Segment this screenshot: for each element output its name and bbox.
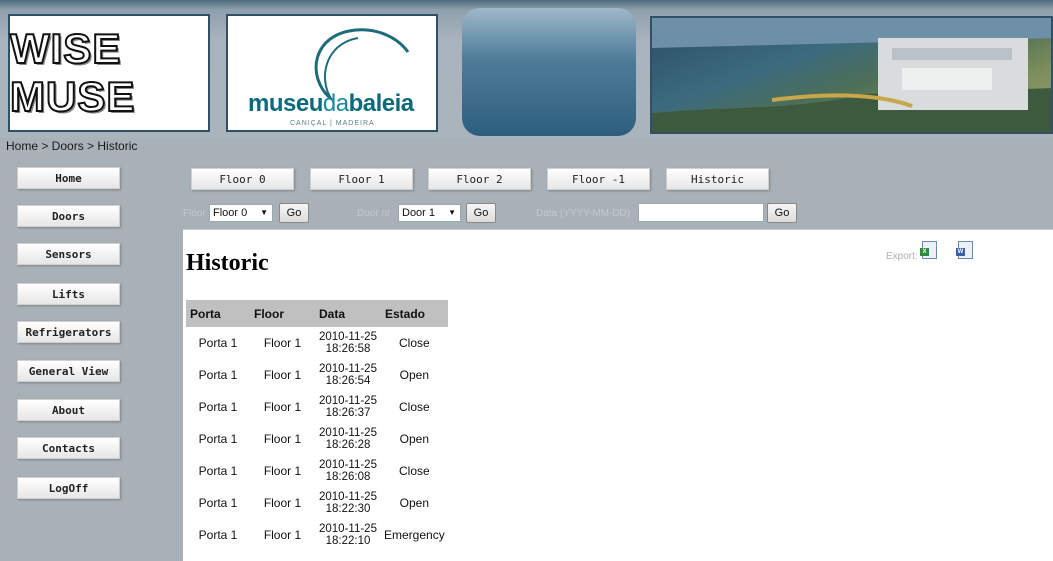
sidebar-item-lifts[interactable]: Lifts (17, 283, 120, 305)
door-filter-label: Door nr (357, 208, 391, 219)
porta-cell: Porta 1 (198, 496, 238, 510)
date-go-button[interactable]: Go (767, 203, 797, 223)
chevron-down-icon: ▼ (260, 208, 268, 217)
museu-da-baleia-logo: museudabaleia CANIÇAL | MADEIRA (226, 14, 438, 132)
floor-go-button[interactable]: Go (279, 203, 309, 223)
wise-muse-logo-text: WISE MUSE (9, 24, 136, 121)
word-tag: W (956, 248, 965, 256)
table-header-row: Porta Floor Data Estado (186, 300, 448, 327)
chevron-down-icon: ▼ (448, 208, 456, 217)
floor-cell: Floor 1 (263, 336, 302, 350)
tab-floor-0[interactable]: Floor 0 (191, 168, 294, 190)
floor-cell: Floor 1 (263, 528, 302, 542)
door-select[interactable]: Door 1 ▼ (398, 204, 461, 222)
date-value: 2010-11-25 (319, 395, 377, 407)
time-value: 18:26:37 (325, 407, 371, 419)
coastline-photo-icon (652, 18, 1051, 132)
date-cell: 2010-11-25 18:26:08 (315, 455, 381, 487)
date-cell: 2010-11-25 18:26:28 (315, 423, 381, 455)
time-value: 18:22:10 (325, 535, 371, 547)
excel-tag: X (920, 248, 929, 256)
museu-wordmark: museudabaleia (248, 90, 414, 117)
estado-cell: Close (399, 464, 430, 478)
table-row: Porta 1 Floor 1 2010-11-25 18:26:28 Open (186, 423, 448, 455)
porta-cell: Porta 1 (198, 368, 238, 382)
date-cell: 2010-11-25 18:22:30 (315, 487, 381, 519)
column-header-estado: Estado (381, 300, 448, 327)
column-header-floor: Floor (250, 300, 315, 327)
sidebar-item-contacts[interactable]: Contacts (17, 437, 120, 459)
header-blue-panel (462, 8, 636, 136)
date-cell: 2010-11-25 18:26:54 (315, 359, 381, 391)
page-title: Historic (186, 250, 269, 276)
column-header-data: Data (315, 300, 381, 327)
tab-floor-1[interactable]: Floor 1 (310, 168, 413, 190)
date-value: 2010-11-25 (319, 331, 377, 343)
museu-subtitle: CANIÇAL | MADEIRA (290, 120, 375, 127)
date-input[interactable] (638, 203, 764, 222)
date-value: 2010-11-25 (319, 363, 377, 375)
table-row: Porta 1 Floor 1 2010-11-25 18:22:10 Emergenc… (186, 519, 448, 551)
header-banner: WISE MUSE museudabaleia CANIÇAL | MADEIR… (0, 0, 1053, 138)
estado-cell: Open (399, 496, 430, 510)
table-body: Porta 1 Floor 1 2010-11-25 18:26:58 Close Por… (186, 327, 448, 551)
date-value: 2010-11-25 (319, 427, 377, 439)
tab-floor-2[interactable]: Floor 2 (428, 168, 531, 190)
estado-cell: Open (399, 432, 430, 446)
porta-cell: Porta 1 (198, 336, 238, 350)
tab-floor-minus-1[interactable]: Floor -1 (547, 168, 650, 190)
estado-cell: Close (399, 336, 430, 350)
word-export-icon[interactable]: W (956, 241, 973, 259)
time-value: 18:26:08 (325, 471, 371, 483)
wise-muse-logo: WISE MUSE (8, 14, 210, 132)
sidebar-item-about[interactable]: About (17, 399, 120, 421)
sidebar-item-sensors[interactable]: Sensors (17, 243, 120, 265)
table-row: Porta 1 Floor 1 2010-11-25 18:22:30 Open (186, 487, 448, 519)
sidebar-item-home[interactable]: Home (17, 167, 120, 189)
estado-cell: Open (399, 368, 430, 382)
floor-select[interactable]: Floor 0 ▼ (209, 204, 273, 222)
table-row: Porta 1 Floor 1 2010-11-25 18:26:37 Close (186, 391, 448, 423)
time-value: 18:26:54 (325, 375, 371, 387)
date-value: 2010-11-25 (319, 459, 377, 471)
date-filter-label: Data (YYYY-MM-DD) (536, 208, 631, 219)
table-row: Porta 1 Floor 1 2010-11-25 18:26:08 Close (186, 455, 448, 487)
history-table: Porta Floor Data Estado Porta 1 Floor 1 20… (186, 300, 448, 551)
estado-cell: Close (399, 400, 430, 414)
date-cell: 2010-11-25 18:26:58 (315, 327, 381, 359)
floor-cell: Floor 1 (263, 464, 302, 478)
sidebar-item-logoff[interactable]: LogOff (17, 477, 120, 499)
column-header-porta: Porta (186, 300, 250, 327)
time-value: 18:22:30 (325, 503, 371, 515)
time-value: 18:26:58 (325, 343, 371, 355)
floor-cell: Floor 1 (263, 496, 302, 510)
floor-cell: Floor 1 (263, 368, 302, 382)
porta-cell: Porta 1 (198, 464, 238, 478)
date-value: 2010-11-25 (319, 491, 377, 503)
sidebar-item-general-view[interactable]: General View (17, 360, 120, 382)
porta-cell: Porta 1 (198, 528, 238, 542)
table-row: Porta 1 Floor 1 2010-11-25 18:26:58 Close (186, 327, 448, 359)
porta-cell: Porta 1 (198, 400, 238, 414)
museum-building-photo (650, 16, 1053, 134)
time-value: 18:26:28 (325, 439, 371, 451)
sidebar-item-doors[interactable]: Doors (17, 205, 120, 227)
door-go-button[interactable]: Go (466, 203, 496, 223)
date-cell: 2010-11-25 18:26:37 (315, 391, 381, 423)
floor-filter-label: Floor (183, 208, 206, 219)
porta-cell: Porta 1 (198, 432, 238, 446)
sidebar-item-refrigerators[interactable]: Refrigerators (17, 321, 120, 343)
date-cell: 2010-11-25 18:22:10 (315, 519, 381, 551)
estado-cell: Emergency (384, 528, 445, 542)
export-label: Export: (886, 251, 918, 262)
excel-export-icon[interactable]: X (920, 241, 937, 259)
breadcrumb: Home > Doors > Historic (6, 139, 138, 153)
floor-cell: Floor 1 (263, 432, 302, 446)
date-value: 2010-11-25 (319, 523, 377, 535)
table-row: Porta 1 Floor 1 2010-11-25 18:26:54 Open (186, 359, 448, 391)
floor-cell: Floor 1 (263, 400, 302, 414)
tab-historic[interactable]: Historic (666, 168, 769, 190)
